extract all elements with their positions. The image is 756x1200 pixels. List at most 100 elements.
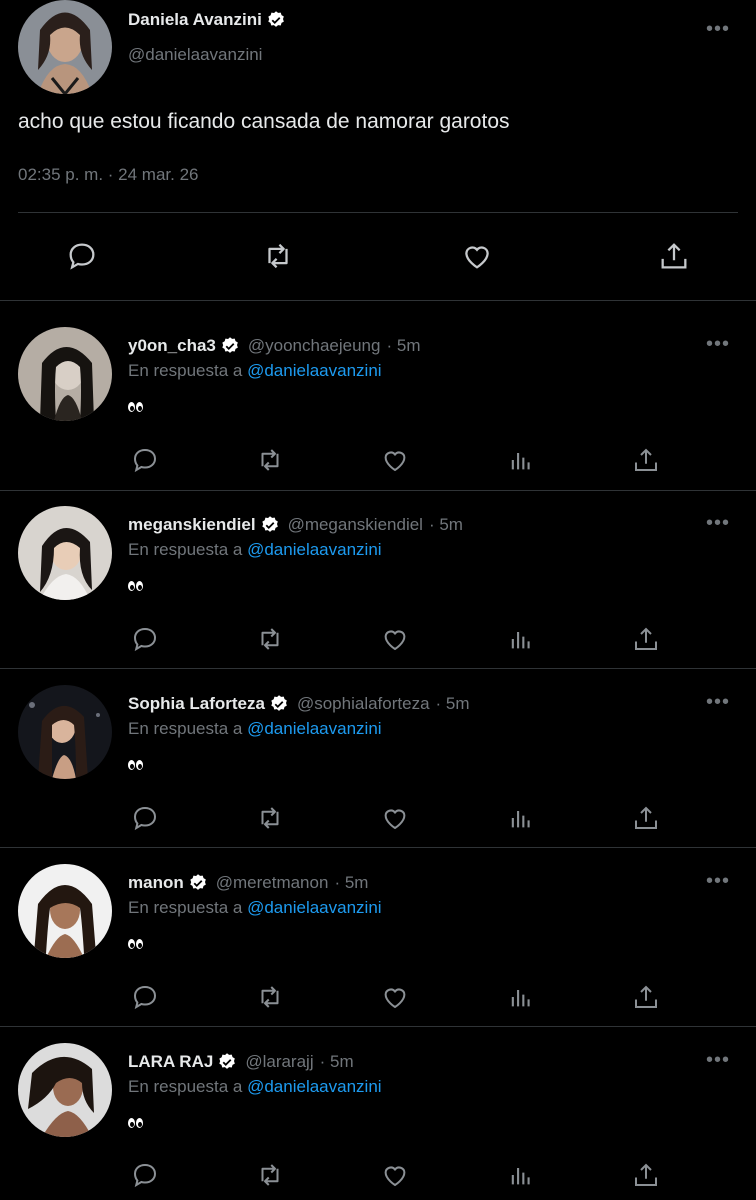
mention-link[interactable]: @danielaavanzini (247, 898, 381, 917)
share-icon (635, 627, 657, 650)
retweet-button[interactable] (251, 442, 289, 478)
like-button[interactable] (376, 442, 414, 478)
reply-tweet[interactable]: y0on_cha3 @yoonchaejeung · 5m En respues… (0, 300, 756, 491)
like-button[interactable] (455, 236, 499, 276)
retweet-icon (261, 1164, 279, 1186)
more-icon[interactable]: ••• (706, 691, 730, 714)
handle[interactable]: @meganskiendiel (288, 515, 423, 535)
display-name[interactable]: Sophia Laforteza (128, 694, 265, 714)
like-button[interactable] (376, 800, 414, 836)
reply-label: En respuesta a (128, 719, 243, 738)
reply-tweet[interactable]: meganskiendiel @meganskiendiel · 5m En r… (0, 479, 756, 669)
reply-button[interactable] (126, 442, 164, 478)
share-button[interactable] (652, 236, 696, 276)
mention-link[interactable]: @danielaavanzini (247, 719, 381, 738)
time[interactable]: · 5m (386, 336, 420, 356)
eyes-emoji (128, 758, 144, 773)
like-icon (384, 1166, 406, 1187)
views-button[interactable] (502, 979, 540, 1015)
avatar[interactable] (18, 0, 112, 94)
retweet-button[interactable] (251, 800, 289, 836)
time[interactable]: · 5m (320, 1052, 354, 1072)
like-button[interactable] (376, 621, 414, 657)
avatar[interactable] (18, 1043, 112, 1137)
retweet-icon (268, 243, 288, 269)
handle[interactable]: @sophialaforteza (297, 694, 430, 714)
verified-badge-icon (220, 336, 240, 356)
reply-button[interactable] (60, 236, 104, 276)
reply-icon (133, 448, 157, 473)
share-icon (635, 1163, 657, 1186)
share-button[interactable] (627, 621, 665, 657)
share-icon (635, 806, 657, 829)
like-icon (384, 451, 406, 472)
handle[interactable]: @lararajj (245, 1052, 313, 1072)
verified-badge-icon (260, 515, 280, 535)
reply-button[interactable] (126, 979, 164, 1015)
retweet-button[interactable] (251, 621, 289, 657)
share-icon (661, 243, 687, 269)
reply-button[interactable] (126, 1157, 164, 1193)
share-button[interactable] (627, 442, 665, 478)
like-icon (384, 988, 406, 1009)
avatar[interactable] (18, 506, 112, 600)
reply-tweet[interactable]: manon @meretmanon · 5m En respuesta a @d… (0, 837, 756, 1027)
reply-button[interactable] (126, 800, 164, 836)
time[interactable]: · 5m (334, 873, 368, 893)
time[interactable]: · 5m (436, 694, 470, 714)
verified-badge-icon (217, 1052, 237, 1072)
mention-link[interactable]: @danielaavanzini (247, 540, 381, 559)
retweet-icon (261, 449, 279, 471)
more-icon[interactable]: ••• (706, 18, 730, 41)
timestamp[interactable]: 02:35 p. m. · 24 mar. 26 (18, 165, 198, 185)
avatar[interactable] (18, 327, 112, 421)
more-icon[interactable]: ••• (706, 1049, 730, 1072)
reply-button[interactable] (126, 621, 164, 657)
share-icon (635, 985, 657, 1008)
more-icon[interactable]: ••• (706, 333, 730, 356)
tweet-text: acho que estou ficando cansada de namora… (18, 110, 510, 133)
eyes-emoji (128, 579, 144, 594)
eyes-emoji (128, 400, 144, 415)
retweet-icon (261, 807, 279, 829)
reply-icon (69, 243, 95, 270)
views-icon (511, 1168, 530, 1185)
avatar[interactable] (18, 685, 112, 779)
retweet-button[interactable] (251, 979, 289, 1015)
display-name[interactable]: LARA RAJ (128, 1052, 213, 1072)
retweet-button[interactable] (256, 236, 300, 276)
verified-badge-icon (188, 873, 208, 893)
mention-link[interactable]: @danielaavanzini (247, 361, 381, 380)
reply-tweet[interactable]: Sophia Laforteza @sophialaforteza · 5m E… (0, 658, 756, 848)
share-button[interactable] (627, 800, 665, 836)
mention-link[interactable]: @danielaavanzini (247, 1077, 381, 1096)
more-icon[interactable]: ••• (706, 870, 730, 893)
more-icon[interactable]: ••• (706, 512, 730, 535)
main-tweet: Daniela Avanzini @danielaavanzini ••• ac… (0, 0, 756, 301)
reply-tweet[interactable]: LARA RAJ @lararajj · 5m En respuesta a @… (0, 1016, 756, 1195)
display-name[interactable]: meganskiendiel (128, 515, 256, 535)
time[interactable]: · 5m (429, 515, 463, 535)
like-icon (384, 809, 406, 830)
reply-icon (133, 627, 157, 652)
views-button[interactable] (502, 800, 540, 836)
eyes-emoji (128, 937, 144, 952)
display-name[interactable]: y0on_cha3 (128, 336, 216, 356)
views-button[interactable] (502, 442, 540, 478)
display-name[interactable]: Daniela Avanzini (128, 10, 262, 30)
avatar[interactable] (18, 864, 112, 958)
reply-label: En respuesta a (128, 1077, 243, 1096)
handle[interactable]: @danielaavanzini (128, 45, 262, 65)
like-button[interactable] (376, 979, 414, 1015)
like-button[interactable] (376, 1157, 414, 1193)
views-button[interactable] (502, 1157, 540, 1193)
share-button[interactable] (627, 979, 665, 1015)
handle[interactable]: @yoonchaejeung (248, 336, 381, 356)
display-name[interactable]: manon (128, 873, 184, 893)
views-icon (511, 811, 530, 828)
share-button[interactable] (627, 1157, 665, 1193)
retweet-icon (261, 986, 279, 1008)
handle[interactable]: @meretmanon (216, 873, 329, 893)
retweet-button[interactable] (251, 1157, 289, 1193)
views-button[interactable] (502, 621, 540, 657)
